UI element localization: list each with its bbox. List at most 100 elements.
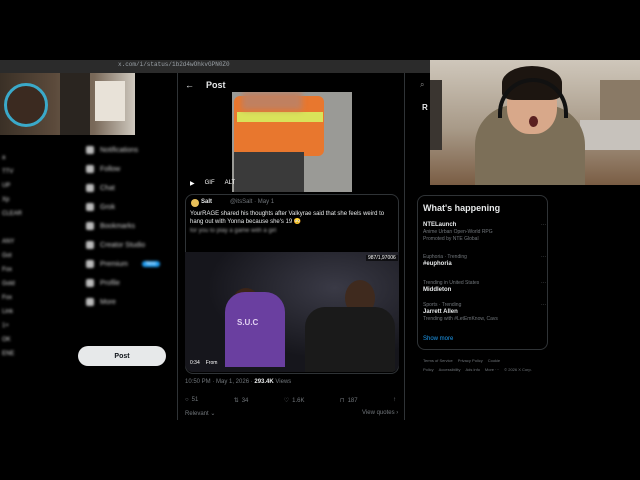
footer-link[interactable]: © 2026 X Corp.	[504, 367, 532, 372]
nav-icon	[86, 222, 94, 230]
chat-message: Fox	[2, 295, 13, 301]
trend-desc2: Promoted by NTE Global	[423, 236, 479, 242]
sidebar-item-premium[interactable]: Premium New	[86, 259, 161, 269]
x-sidebar-nav: Notifications Follow Chat Grok Bookmarks Crea…	[82, 135, 177, 375]
sidebar-item-chat[interactable]: Chat	[86, 183, 115, 193]
repost-button[interactable]: ⇅ 34	[234, 397, 249, 404]
footer-link[interactable]: Terms of Service	[423, 358, 453, 363]
action-count: 1.6K	[292, 398, 305, 404]
play-icon[interactable]: ▶	[190, 180, 195, 187]
more-options-icon[interactable]: ···	[541, 254, 546, 261]
post-button[interactable]: Post	[78, 346, 166, 366]
nav-icon	[86, 298, 94, 306]
trend-desc: Anime Urban Open-World RPG	[423, 229, 493, 235]
trend-item[interactable]: Euphoria · Trending #euphoria ···	[423, 254, 546, 268]
chat-message: OK	[2, 337, 11, 343]
nav-icon	[86, 241, 94, 249]
nav-icon	[86, 184, 94, 192]
page-title: Post	[206, 80, 226, 90]
avatar[interactable]	[191, 199, 199, 207]
chat-message: Got	[2, 253, 12, 259]
sidebar-item-notifications[interactable]: Notifications	[86, 145, 138, 155]
quote-text-overflow: for you to play a game with a girl	[190, 228, 277, 234]
repost-icon: ⇅	[233, 398, 239, 404]
whats-happening-panel	[417, 195, 548, 350]
sidebar-item-label: Premium	[100, 260, 129, 268]
chat-message: Xp	[2, 197, 10, 203]
search-icon[interactable]: ⌕	[420, 80, 424, 90]
sidebar-item-label: Notifications	[100, 146, 139, 154]
streamer-headphones	[4, 83, 48, 127]
chat-message: TTV	[2, 169, 14, 175]
nav-icon	[86, 260, 94, 268]
trend-title: Jarrett Allen	[423, 309, 458, 315]
post-timestamp[interactable]: 10:50 PM · May 1, 2026 ·	[185, 379, 254, 385]
trend-title: #euphoria	[423, 261, 452, 267]
chat-message: CLEAR	[2, 211, 23, 217]
video-timestamp: 0:34 From	[190, 360, 217, 366]
url-bar[interactable]: x.com/i/status/1b2d4wOhkvGPN0Z0	[0, 60, 430, 73]
action-count: 51	[191, 397, 199, 403]
views-count: 293.4K	[254, 379, 274, 385]
more-options-icon[interactable]: ···	[541, 280, 546, 287]
footer-link[interactable]: Accessibility	[439, 367, 461, 372]
trend-title: Middleton	[423, 287, 452, 293]
nav-icon	[86, 203, 94, 211]
more-options-icon[interactable]: ···	[541, 222, 546, 229]
sidebar-item-more[interactable]: More	[86, 297, 116, 307]
sidebar-item-grok[interactable]: Grok	[86, 202, 115, 212]
views-label: Views	[275, 379, 292, 385]
tshirt-print: S.U.C	[237, 318, 259, 327]
trend-title: NTELaunch	[423, 222, 457, 228]
sidebar-item-label: Follow	[100, 165, 121, 173]
alt-badge[interactable]: ALT	[225, 180, 236, 187]
quote-author[interactable]: Salt	[201, 199, 212, 205]
back-arrow-icon[interactable]: ←	[185, 80, 194, 90]
nav-icon	[86, 279, 94, 287]
footer-links: Terms of Service Privacy Policy Cookie Pol…	[423, 356, 548, 374]
chat-message: Link	[2, 309, 14, 315]
post-media-image[interactable]	[232, 92, 352, 192]
reply-icon: ○	[185, 397, 189, 403]
trend-item[interactable]: Trending in United States Middleton ···	[423, 280, 546, 294]
show-more-link[interactable]: Show more	[423, 336, 453, 342]
sidebar-item-label: Creator Studio	[100, 241, 146, 249]
bookmark-button[interactable]: ⊓ 187	[340, 397, 358, 404]
sidebar-item-creator-studio[interactable]: Creator Studio	[86, 240, 145, 250]
action-count: 34	[241, 398, 249, 404]
sidebar-item-profile[interactable]: Profile	[86, 278, 120, 288]
share-icon: ↑	[392, 397, 396, 403]
like-icon: ♡	[283, 398, 290, 404]
right-heading-fragment: R	[422, 103, 428, 112]
trend-sub: Sports · Trending	[423, 302, 462, 308]
trend-item[interactable]: NTELaunch Anime Urban Open-World RPG Promo…	[423, 222, 546, 243]
bookmark-icon: ⊓	[339, 398, 345, 404]
view-quotes-link[interactable]: View quotes ›	[362, 410, 398, 416]
action-count: 187	[347, 398, 358, 404]
like-button[interactable]: ♡ 1.6K	[284, 397, 305, 404]
trend-item[interactable]: Sports · Trending Jarrett Allen Trending w…	[423, 302, 546, 323]
chat-message: 1+	[2, 323, 9, 329]
new-badge: New	[142, 261, 161, 267]
sidebar-item-label: Bookmarks	[100, 222, 136, 230]
trend-sub: Euphoria · Trending	[423, 254, 467, 260]
nav-icon	[86, 165, 94, 173]
sidebar-item-label: Chat	[100, 184, 115, 192]
chat-message: ENE	[2, 351, 15, 357]
quote-text: YourRAGE shared his thoughts after Valky…	[190, 211, 385, 225]
footer-link[interactable]: Ads info	[465, 367, 479, 372]
sidebar-item-bookmarks[interactable]: Bookmarks	[86, 221, 135, 231]
chat-message: Gold	[2, 281, 15, 287]
chat-message: Fox	[2, 267, 13, 273]
quote-video[interactable]: S.U.C	[185, 252, 399, 372]
footer-link[interactable]: More ···	[485, 367, 499, 372]
footer-link[interactable]: Privacy Policy	[458, 358, 483, 363]
sidebar-item-follow[interactable]: Follow	[86, 164, 120, 174]
chat-message: ANY	[2, 239, 15, 245]
more-options-icon[interactable]: ···	[541, 302, 546, 309]
video-from: From	[205, 360, 218, 366]
nav-icon	[86, 146, 94, 154]
share-button[interactable]: ↑	[393, 397, 399, 404]
sort-dropdown[interactable]: Relevant ⌄	[185, 410, 215, 417]
reply-button[interactable]: ○ 51	[185, 397, 198, 404]
